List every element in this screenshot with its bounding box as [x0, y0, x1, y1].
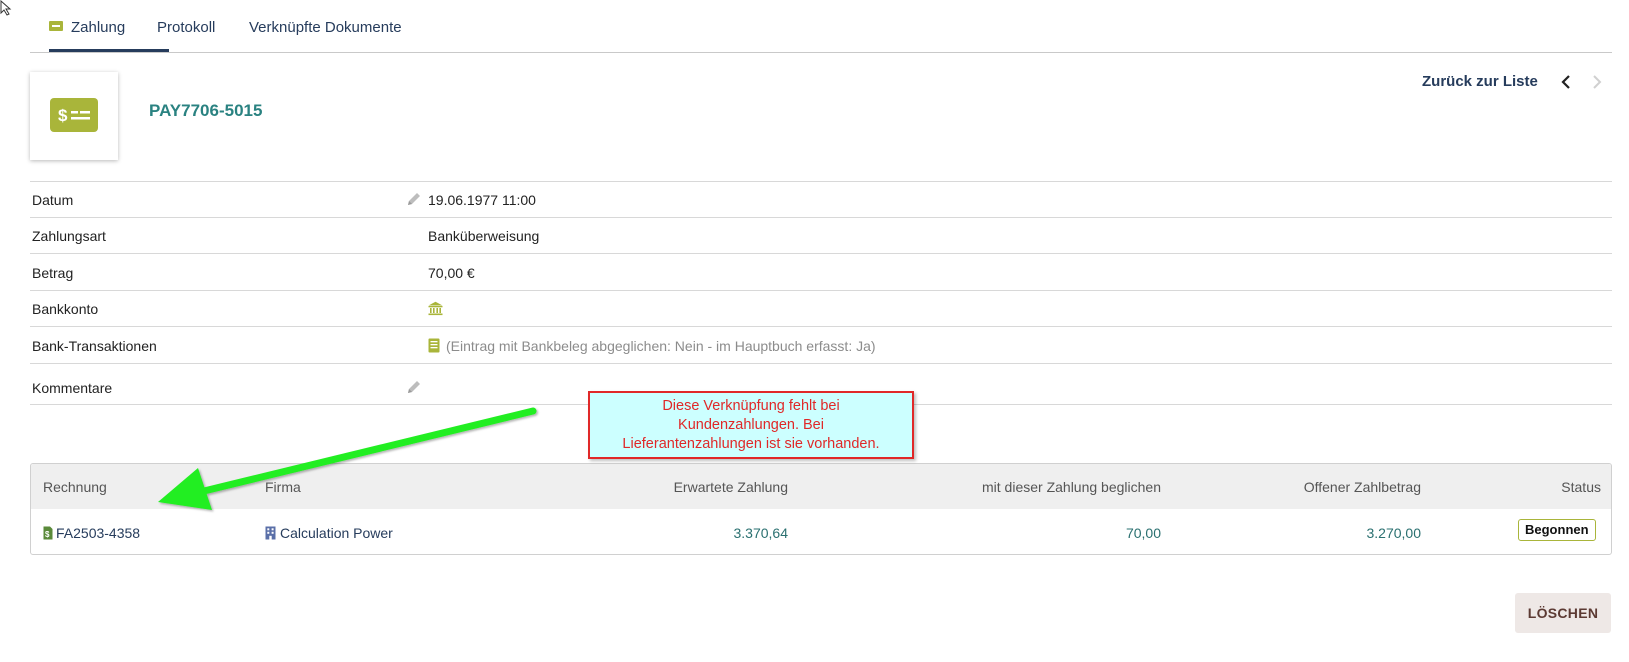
chevron-left-icon[interactable] [1556, 72, 1576, 92]
payment-reference: PAY7706-5015 [149, 101, 263, 120]
building-icon [265, 526, 276, 540]
column-header-rechnung: Rechnung [43, 479, 107, 495]
field-value-betrag: 70,00 € [428, 265, 475, 281]
svg-text:$: $ [45, 530, 50, 539]
mouse-cursor-icon [0, 0, 12, 16]
settled-amount-value: 70,00 [1125, 525, 1161, 541]
ledger-icon[interactable] [428, 338, 440, 353]
field-label-bankkonto: Bankkonto [32, 301, 99, 317]
payment-logo-card: $ [30, 72, 118, 160]
annotation-callout: Diese Verknüpfung fehlt bei Kundenzahlun… [588, 391, 914, 459]
annotation-arrow [158, 407, 537, 510]
field-label-betrag: Betrag [32, 265, 74, 281]
field-label-datum: Datum [32, 192, 74, 208]
annotation-line-3: Lieferantenzahlungen ist sie vorhanden. [622, 436, 880, 452]
field-row-betrag: Betrag 70,00 € [30, 253, 1612, 291]
field-row-datum: Datum 19.06.1977 11:00 [30, 181, 1612, 218]
bank-icon[interactable] [428, 301, 443, 316]
svg-text:$: $ [58, 106, 68, 125]
company-name: Calculation Power [280, 525, 393, 541]
tab-verknuepfte-dokumente[interactable]: Verknüpfte Dokumente [249, 19, 402, 52]
back-to-list-link[interactable]: Zurück zur Liste [1422, 73, 1538, 90]
field-row-bankkonto: Bankkonto [30, 290, 1612, 327]
tab-zahlung[interactable]: Zahlung [49, 19, 169, 52]
field-row-zahlungsart: Zahlungsart Banküberweisung [30, 217, 1612, 254]
invoice-number: FA2503-4358 [56, 525, 141, 541]
field-row-bank-transaktionen: Bank-Transaktionen (Eintrag mit Bankbele… [30, 326, 1612, 364]
field-label-bank-transaktionen: Bank-Transaktionen [32, 338, 157, 354]
tab-protokoll[interactable]: Protokoll [157, 19, 215, 52]
column-header-offener-zahlbetrag: Offener Zahlbetrag [1303, 479, 1421, 495]
invoice-file-icon: $ [43, 526, 53, 540]
status-badge: Begonnen [1518, 519, 1596, 541]
field-label-zahlungsart: Zahlungsart [32, 228, 106, 244]
field-label-kommentare: Kommentare [32, 380, 113, 396]
delete-button[interactable]: LÖSCHEN [1515, 593, 1611, 633]
annotation-line-1: Diese Verknüpfung fehlt bei [662, 398, 840, 414]
chevron-right-icon [1593, 75, 1602, 89]
column-header-status: Status [1561, 479, 1601, 495]
tab-zahlung-label: Zahlung [71, 19, 126, 36]
field-value-zahlungsart: Banküberweisung [428, 228, 540, 244]
column-header-beglichen: mit dieser Zahlung beglichen [982, 479, 1161, 495]
expected-payment-value: 3.370,64 [733, 525, 789, 541]
open-amount-value: 3.270,00 [1366, 525, 1422, 541]
annotation-line-2: Kundenzahlungen. Bei [678, 417, 824, 433]
column-header-erwartete-zahlung: Erwartete Zahlung [673, 479, 788, 495]
payment-card-icon: $ [50, 98, 98, 132]
field-value-datum: 19.06.1977 11:00 [428, 192, 536, 208]
invoice-link[interactable]: $ FA2503-4358 [43, 525, 140, 541]
tab-bar: Zahlung Protokoll Verknüpfte Dokumente [30, 0, 1612, 53]
field-value-bank-transaktionen: (Eintrag mit Bankbeleg abgeglichen: Nein… [446, 338, 876, 354]
edit-pencil-icon[interactable] [406, 191, 422, 207]
company-link[interactable]: Calculation Power [265, 525, 393, 541]
edit-pencil-icon[interactable] [406, 379, 422, 395]
payment-card-icon [49, 21, 63, 32]
